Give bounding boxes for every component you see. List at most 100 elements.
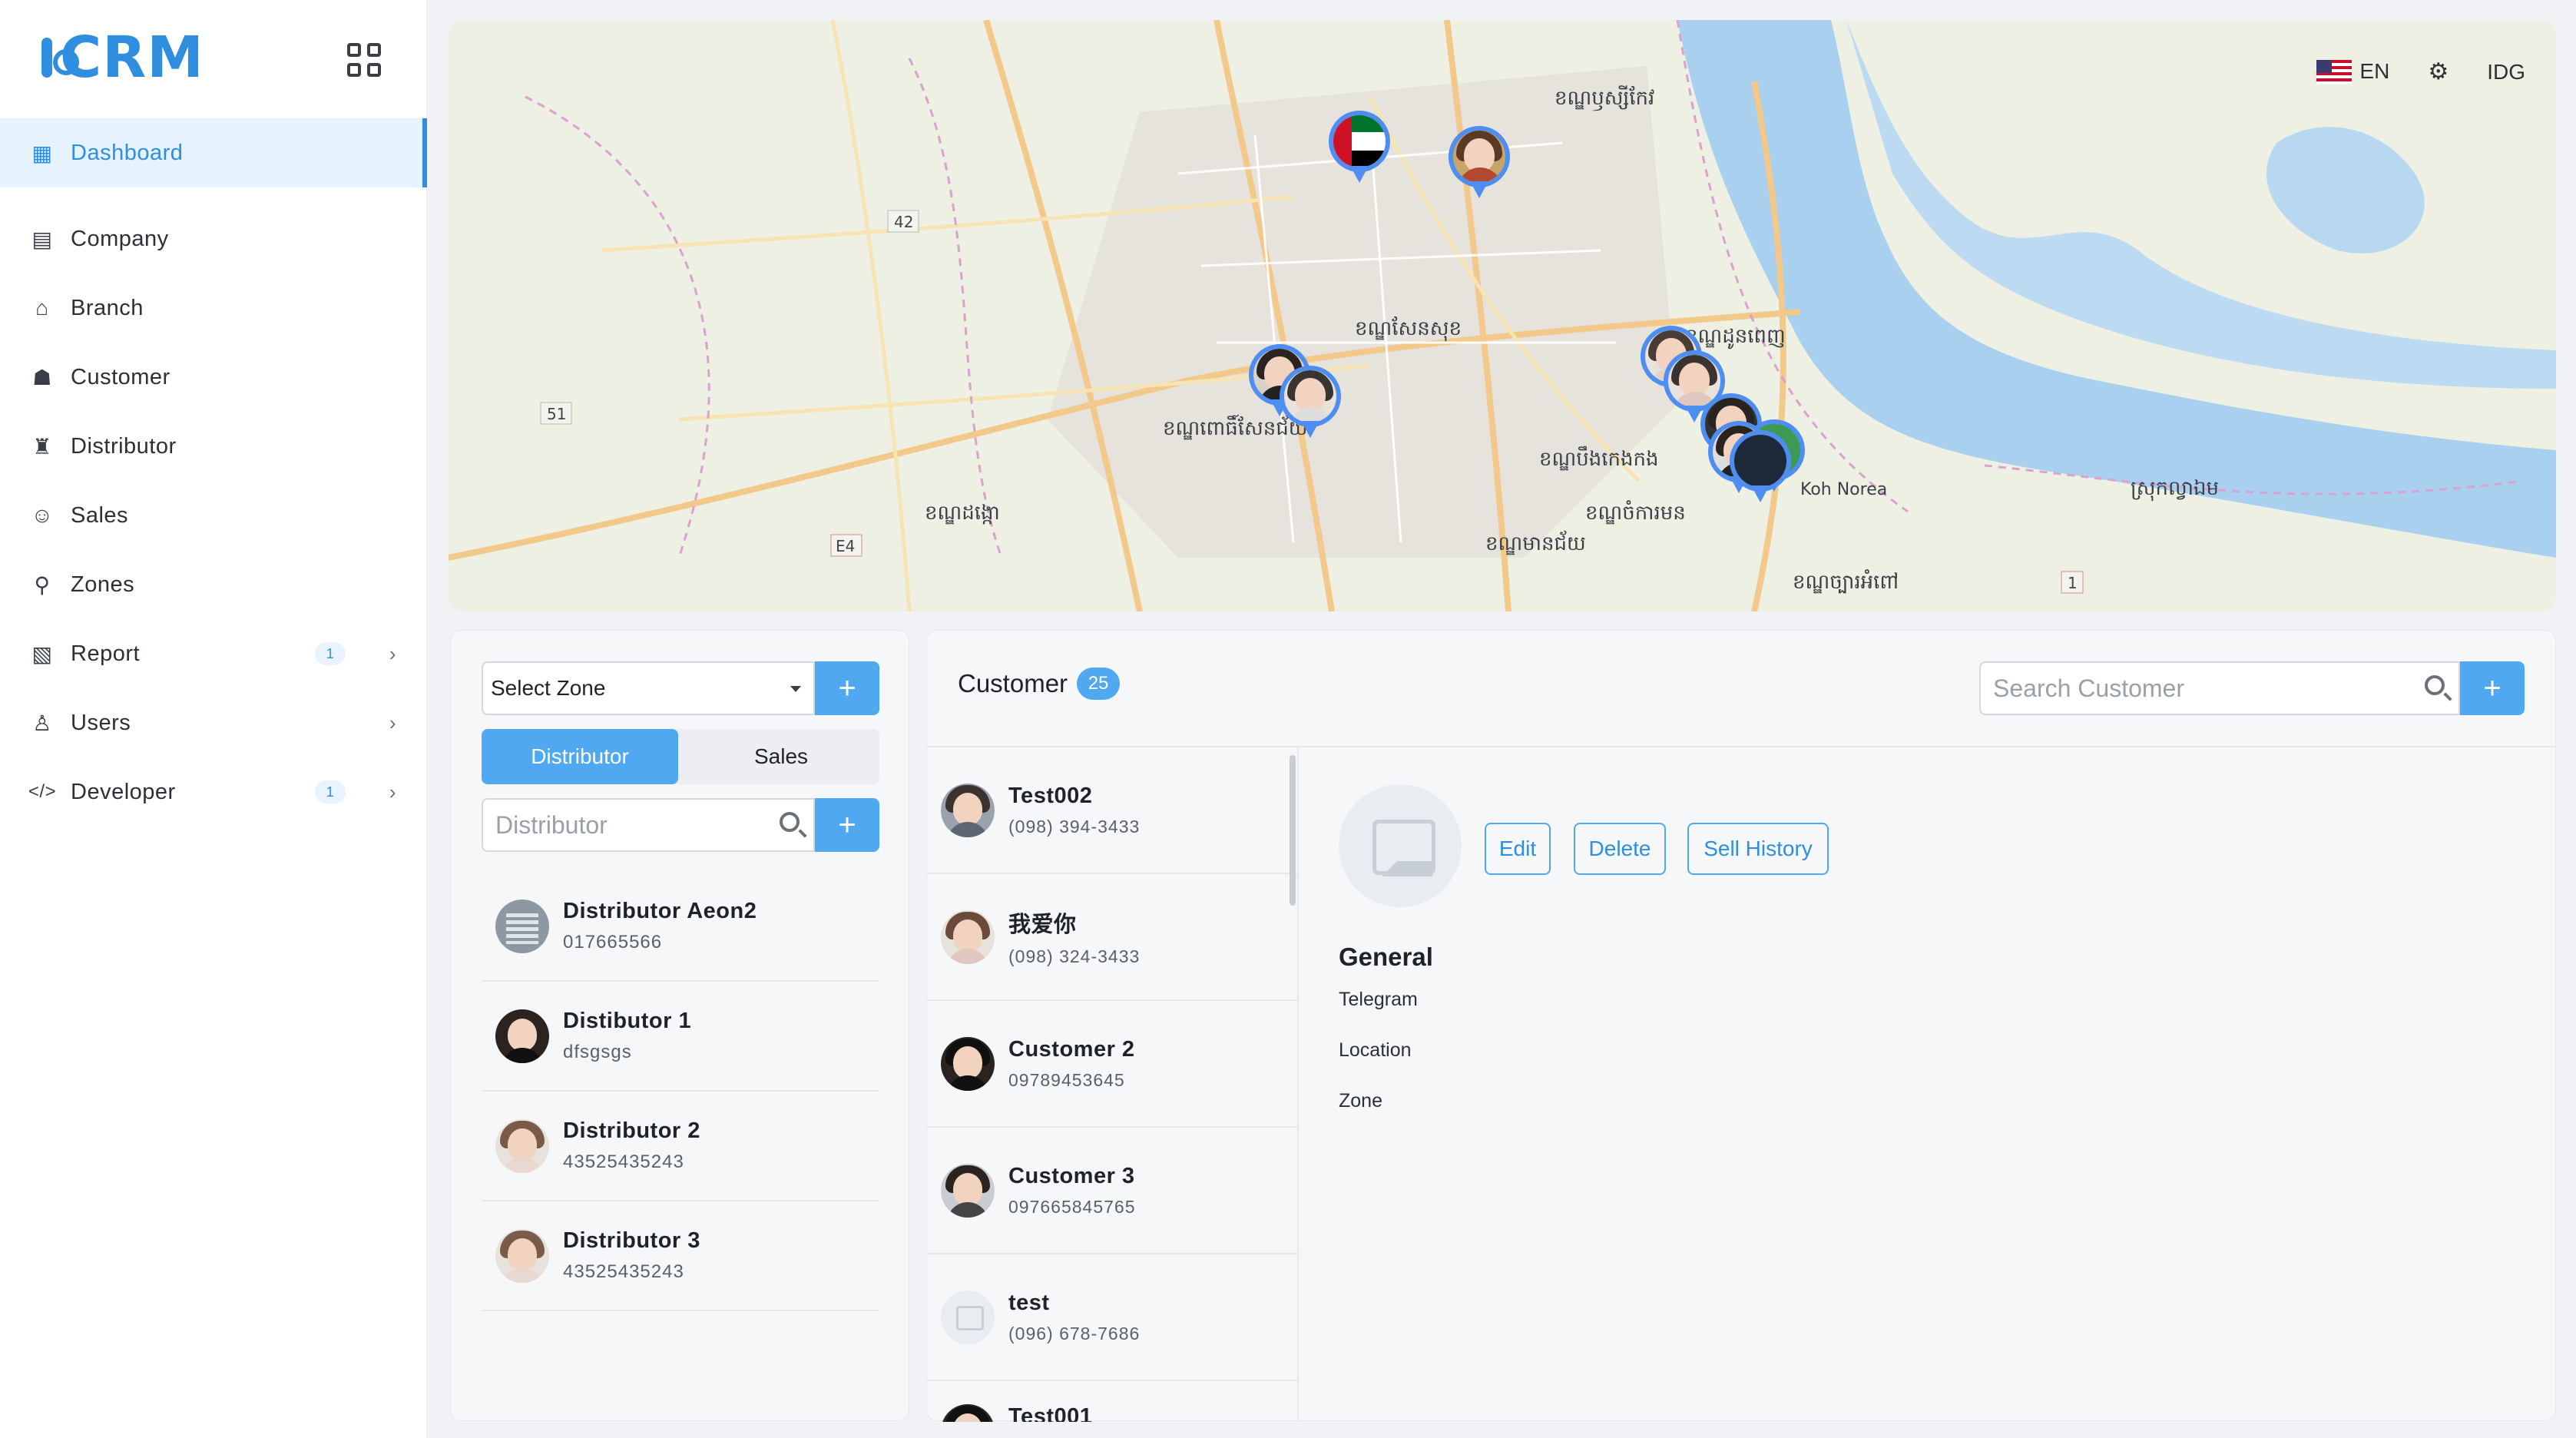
avatar [941,1036,995,1091]
customer-search-input[interactable]: Search Customer [1979,661,2460,715]
sidebar-item-label: Users [71,710,131,735]
list-item[interactable]: Distributor 2 43525435243 [482,1092,879,1201]
sidebar-item-customer[interactable]: ☗ Customer [0,343,427,412]
app-logo[interactable]: CRM [41,25,204,91]
search-icon[interactable] [780,812,800,832]
avatar [941,1163,995,1218]
svg-text:ខណ្ឌមានជ័យ: ខណ្ឌមានជ័យ [1485,530,1586,555]
sidebar-item-zones[interactable]: ⚲ Zones [0,550,427,619]
sidebar-nav: ▦ Dashboard ▤ Company ⌂ Branch ☗ Custome… [0,118,427,827]
logo-mark-icon [41,38,79,78]
avatar [495,1118,549,1173]
sidebar: CRM ▦ Dashboard ▤ Company ⌂ Branch ☗ Cus… [0,0,427,1438]
sidebar-item-branch[interactable]: ⌂ Branch [0,273,427,343]
section-title-general: General [1339,943,1433,971]
developer-badge: 1 [315,780,346,803]
sidebar-item-dashboard[interactable]: ▦ Dashboard [0,118,427,187]
svg-text:ខណ្ឌសែនសុខ: ខណ្ឌសែនសុខ [1355,316,1462,342]
sidebar-item-sales[interactable]: ☺ Sales [0,481,427,550]
svg-text:ខណ្ឌចំការមន: ខណ្ឌចំការមន [1585,500,1686,525]
avatar [941,1404,995,1422]
list-item[interactable]: 我爱你 (098) 324-3433 [927,874,1297,1001]
sidebar-item-label: Developer [71,779,176,804]
sidebar-item-label: Report [71,641,141,666]
customer-list[interactable]: Test002 (098) 394-3433 我爱你 (098) 324-343… [927,747,1297,1422]
delete-button[interactable]: Delete [1574,823,1666,875]
list-item[interactable]: Test001 [927,1381,1297,1422]
map-marker[interactable] [1730,430,1791,504]
add-customer-button[interactable]: + [2460,661,2525,715]
sidebar-item-report[interactable]: ▧ Report 1 › [0,619,427,688]
add-distributor-button[interactable]: + [815,798,879,852]
distributor-list: Distributor Aeon2 017665566 Distibutor 1… [482,872,879,1311]
field-label-zone: Zone [1339,1090,1382,1112]
svg-text:E4: E4 [836,537,855,555]
list-item[interactable]: Test002 (098) 394-3433 [927,747,1297,874]
branch-icon: ⌂ [35,296,49,320]
distributor-search-input[interactable]: Distributor [482,798,815,852]
chevron-right-icon: › [389,711,396,734]
search-icon[interactable] [2425,675,2445,695]
list-item[interactable]: test (096) 678-7686 [927,1254,1297,1381]
map-marker[interactable] [1449,126,1510,200]
sidebar-item-distributor[interactable]: ♜ Distributor [0,412,427,481]
svg-text:42: 42 [894,213,913,231]
svg-text:51: 51 [547,405,566,423]
sidebar-item-label: Company [71,226,169,251]
sidebar-item-label: Zones [71,572,135,597]
us-flag-icon [2316,60,2353,85]
map-marker[interactable] [1329,111,1390,184]
avatar [495,1009,549,1063]
field-label-telegram: Telegram [1339,989,1418,1010]
apps-grid-icon[interactable] [347,43,381,77]
list-item[interactable]: Customer 3 097665845765 [927,1128,1297,1254]
avatar [941,783,995,837]
sales-icon: ☺ [31,503,54,527]
sidebar-item-users[interactable]: ♙ Users › [0,688,427,757]
map-marker[interactable] [1280,366,1341,439]
chevron-right-icon: › [389,641,396,665]
avatar [941,1290,995,1344]
avatar [495,1228,549,1283]
sidebar-item-developer[interactable]: </> Developer 1 › [0,757,427,827]
chevron-right-icon: › [389,780,396,803]
svg-text:1: 1 [2068,574,2078,592]
building-icon: ▤ [31,227,53,251]
svg-text:Koh Norea: Koh Norea [1800,480,1887,499]
customer-header: Customer 25 [958,668,1121,700]
settings-icon[interactable]: ⚙ [2428,58,2449,85]
user-menu[interactable]: IDG [2487,60,2525,84]
uae-flag-icon [1333,115,1386,167]
report-icon: ▧ [31,641,53,666]
edit-button[interactable]: Edit [1485,823,1551,875]
tab-sales[interactable]: Sales [683,729,879,784]
list-item[interactable]: Distributor Aeon2 017665566 [482,872,879,982]
tab-distributor[interactable]: Distributor [482,729,678,784]
zone-select[interactable]: Select Zone [482,661,815,715]
distributor-sales-toggle: Distributor Sales [482,729,879,784]
list-item[interactable]: Distibutor 1 dfsgsgs [482,982,879,1092]
svg-text:ខណ្ឌច្បារអំពៅ: ខណ្ឌច្បារអំពៅ [1793,569,1899,594]
map-view[interactable]: ខណ្ឌឫស្សីកែវ ខណ្ឌសែនសុខ ខណ្ឌពោធិ៍សែនជ័យ … [449,20,2556,611]
list-item[interactable]: Distributor 3 43525435243 [482,1201,879,1311]
list-item[interactable]: Customer 2 09789453645 [927,1001,1297,1128]
distributor-icon: ♜ [32,434,52,459]
sidebar-item-label: Sales [71,502,129,528]
sidebar-item-label: Customer [71,364,171,389]
dashboard-icon: ▦ [31,141,53,165]
sidebar-item-label: Dashboard [71,140,184,165]
sell-history-button[interactable]: Sell History [1687,823,1829,875]
code-icon: </> [28,781,57,802]
language-selector[interactable]: EN [2316,59,2389,85]
avatar [495,899,549,953]
customer-list-scrollbar[interactable] [1290,755,1296,906]
map-tiles: ខណ្ឌឫស្សីកែវ ខណ្ឌសែនសុខ ខណ្ឌពោធិ៍សែនជ័យ … [449,20,2556,611]
sidebar-item-label: Distributor [71,433,177,459]
sidebar-item-company[interactable]: ▤ Company [0,204,427,273]
avatar [941,910,995,964]
zone-panel: Select Zone + Distributor Sales Distribu… [450,630,909,1421]
sidebar-item-label: Branch [71,295,144,320]
add-zone-button[interactable]: + [815,661,879,715]
logo-text: CRM [60,25,204,91]
svg-text:ខណ្ឌដង្កោ: ខណ្ឌដង្កោ [925,502,1000,525]
